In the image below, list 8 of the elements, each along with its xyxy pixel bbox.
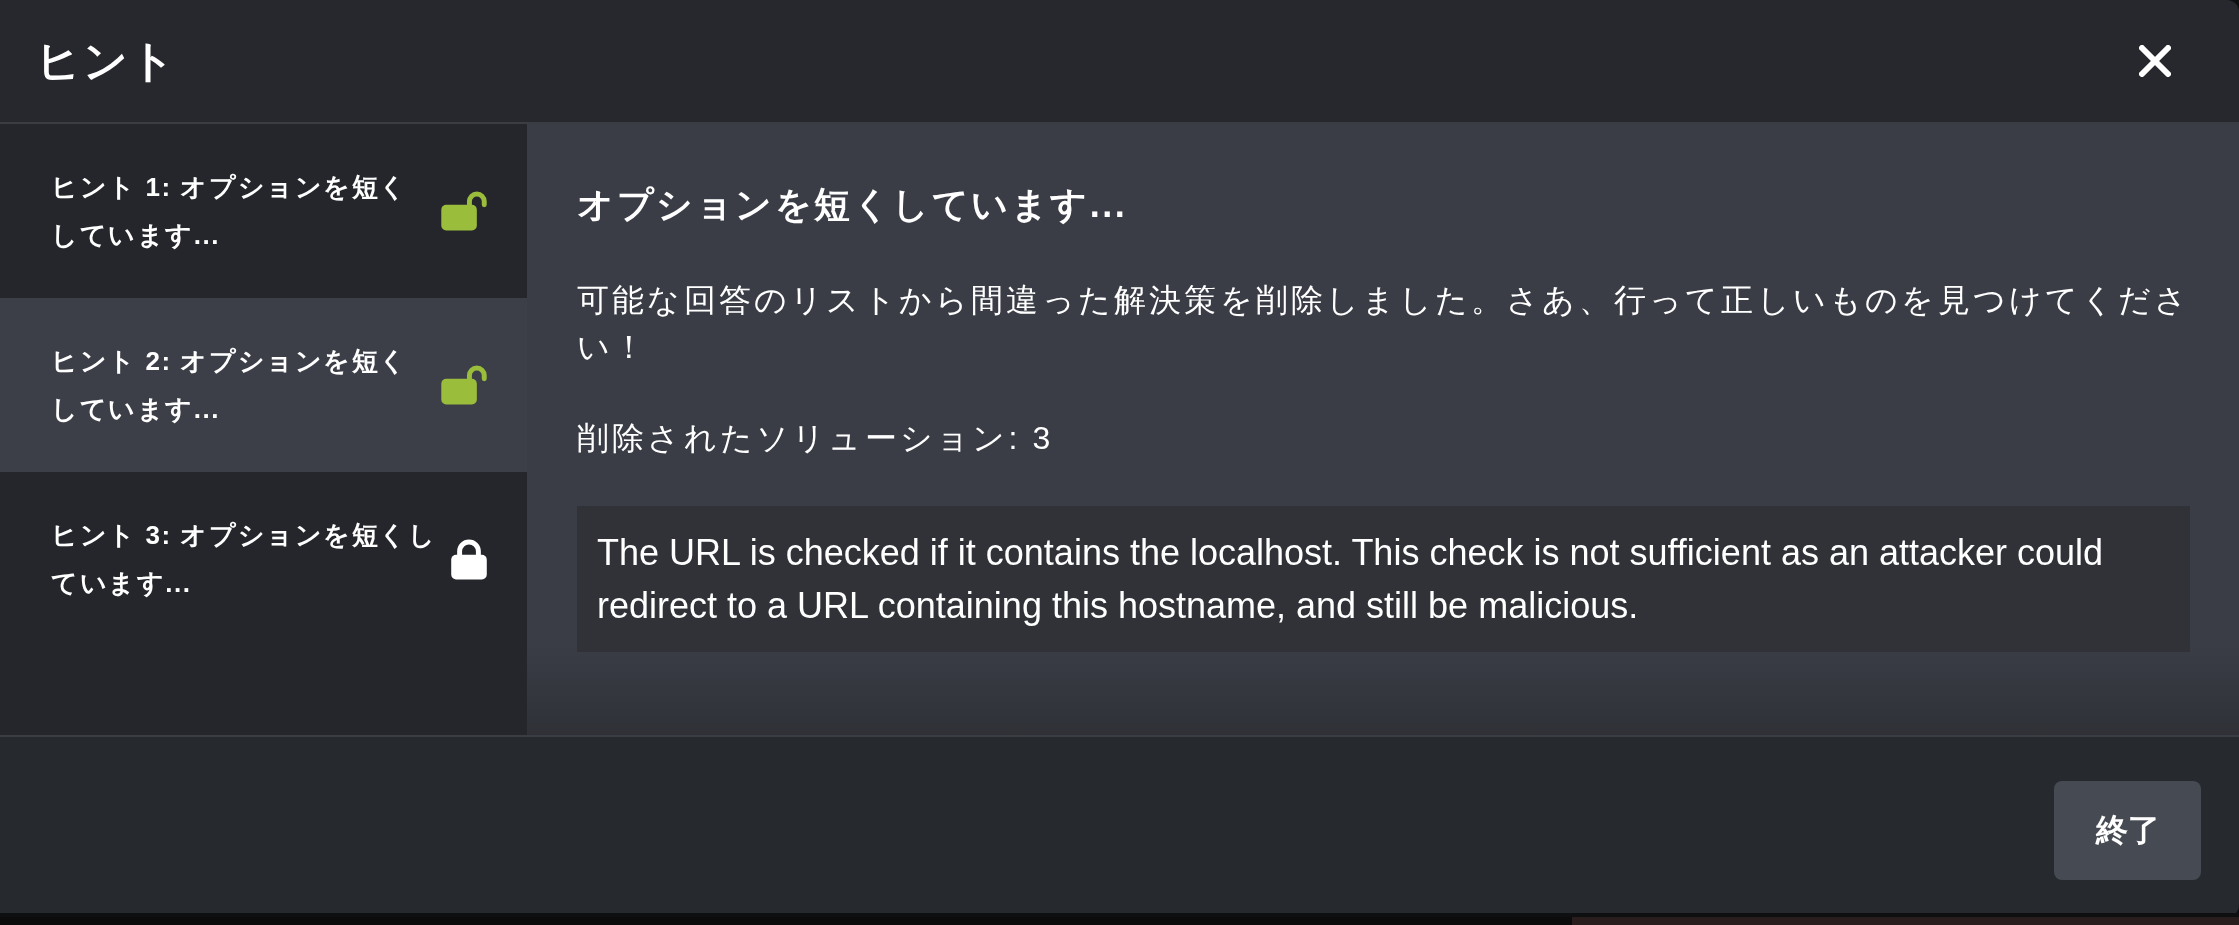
removed-solutions-count: 削除されたソリューション: 3 [577,419,1055,458]
close-icon [2139,45,2171,77]
finish-button[interactable]: 終了 [2054,780,2201,880]
hint-explanation: The URL is checked if it contains the localhost. This check is not sufficient as an attacker could redirect to a URL containing this hostname, and still be malicious. [577,506,2190,652]
hint-description: 可能な回答のリストから間違った解決策を削除しました。さあ、行って正しいものを見つけてください！ [577,281,2190,367]
hint-heading: オプションを短くしています... [577,184,1129,225]
hint-list-item[interactable]: ヒント 2: オプションを短くしています... [0,298,527,472]
dialog-title: ヒント [36,34,177,87]
